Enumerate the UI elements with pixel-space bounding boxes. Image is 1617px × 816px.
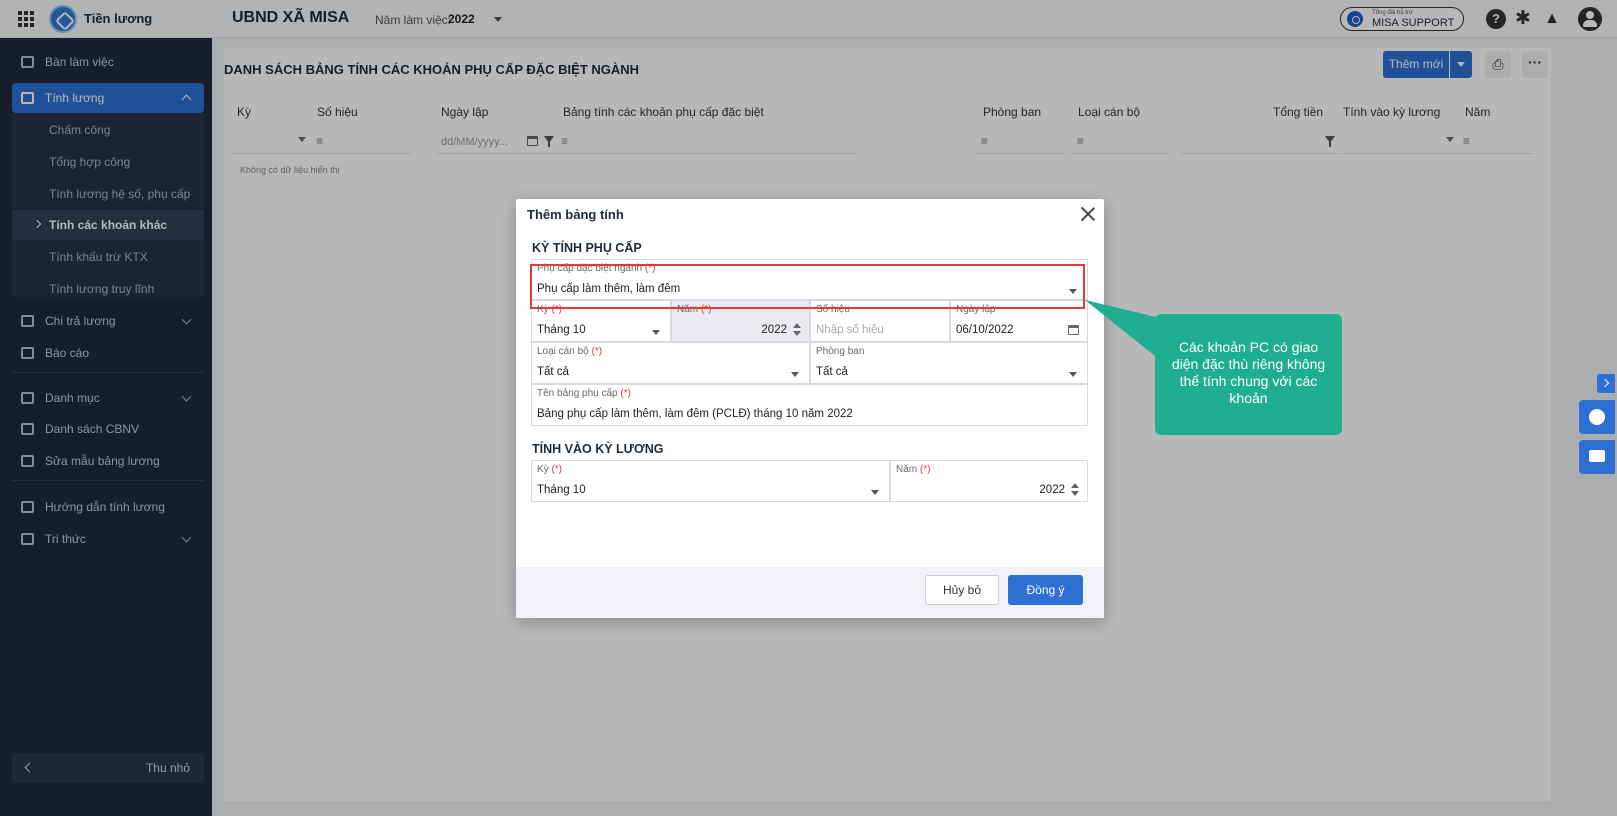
field-value: Tháng 10 [537, 484, 586, 496]
spinner-icon [793, 323, 801, 337]
section-title-salary-period: TÍNH VÀO KỲ LƯƠNG [532, 442, 664, 456]
field-label: Năm (*) [896, 464, 931, 475]
field-value: Bảng phụ cấp làm thêm, làm đêm (PCLĐ) th… [537, 408, 853, 420]
field-value: Tất cả [816, 366, 848, 378]
department-select[interactable]: Phòng ban Tất cả [810, 342, 1088, 384]
chevron-down-icon [871, 490, 879, 495]
spinner-icon[interactable] [1071, 483, 1079, 497]
chevron-down-icon [1069, 372, 1077, 377]
field-placeholder: Nhập số hiệu [816, 324, 884, 336]
calendar-icon[interactable] [1068, 325, 1079, 335]
field-value: Tất cả [537, 366, 569, 378]
expand-panel-tab[interactable] [1597, 374, 1615, 393]
salary-period-select[interactable]: Kỳ (*) Tháng 10 [531, 460, 890, 502]
close-icon[interactable] [1079, 205, 1097, 223]
cancel-button[interactable]: Hủy bỏ [925, 575, 999, 605]
field-value: 2022 [761, 324, 787, 336]
callout-note: Các khoản PC có giao diện đặc thù riêng … [1155, 314, 1342, 435]
chat-icon [1589, 450, 1605, 462]
feedback-button[interactable] [1579, 440, 1615, 474]
highlight-box [530, 264, 1085, 309]
chevron-down-icon [652, 330, 660, 335]
field-label: Loại cán bộ (*) [537, 346, 603, 357]
add-sheet-dialog: Thêm bảng tính KỲ TÍNH PHỤ CẤP Phụ cấp đ… [516, 199, 1104, 618]
chevron-down-icon [791, 372, 799, 377]
field-label: Phòng ban [816, 346, 865, 357]
confirm-button[interactable]: Đồng ý [1008, 575, 1083, 605]
assistant-icon [1589, 409, 1605, 425]
dialog-title: Thêm bảng tính [527, 207, 624, 222]
dialog-footer: Hủy bỏ Đồng ý [516, 567, 1104, 618]
staff-type-select[interactable]: Loại cán bộ (*) Tất cả [531, 342, 810, 384]
field-value: 2022 [1039, 484, 1065, 496]
field-label: Tên bảng phụ cấp (*) [537, 388, 631, 399]
salary-year-input[interactable]: Năm (*) 2022 [890, 460, 1088, 502]
assistant-button[interactable] [1579, 400, 1615, 434]
field-label: Kỳ (*) [537, 464, 563, 475]
section-title-allowance-period: KỲ TÍNH PHỤ CẤP [532, 241, 642, 255]
field-value: Tháng 10 [537, 324, 586, 336]
field-value: 06/10/2022 [956, 324, 1014, 336]
table-name-input[interactable]: Tên bảng phụ cấp (*) Bảng phụ cấp làm th… [531, 384, 1088, 426]
